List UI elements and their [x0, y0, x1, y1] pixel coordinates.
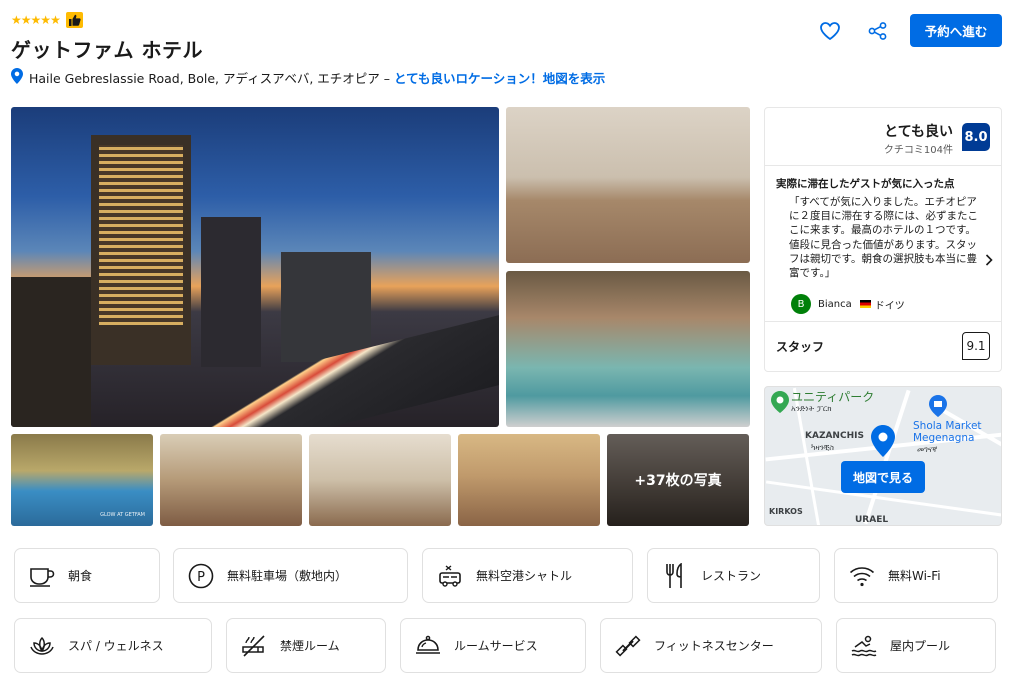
view-map-button[interactable]: 地図で見る — [841, 461, 925, 493]
spa-jacuzzi-photo[interactable] — [506, 271, 750, 427]
map-label-megenagna-amharic: መገናኛ — [917, 445, 938, 454]
author-name: Bianca — [818, 298, 852, 310]
review-score-badge: 8.0 — [962, 123, 990, 151]
map-label-kazanchis: KAZANCHIS — [805, 431, 864, 441]
lotus-icon — [29, 633, 55, 659]
star-rating: ★ ★ ★ ★ ★ — [11, 12, 83, 28]
amenity-label: レストラン — [701, 569, 762, 583]
hotel-name: ゲットファム ホテル — [11, 38, 203, 62]
lobby-thumbnail[interactable] — [458, 434, 600, 526]
svg-text:P: P — [197, 570, 205, 585]
rating-word: とても良い — [884, 124, 953, 140]
photo-watermark: GLOW AT GETFAM — [100, 512, 145, 518]
amenity-free-wifi: 無料Wi-Fi — [834, 548, 998, 603]
map-label-kazanchis-amharic: ካዛንቺስ — [811, 443, 834, 452]
map-label-park: ユニティパーク — [791, 390, 875, 404]
map-preview[interactable]: ユニティパーク አንድነት ፓርክ Shola Market Megenagna… — [764, 386, 1002, 526]
amenity-breakfast: 朝食 — [14, 548, 160, 603]
amenity-label: 朝食 — [68, 569, 93, 583]
avatar: B — [791, 294, 811, 314]
star-icon: ★ — [11, 13, 22, 27]
amenity-indoor-pool: 屋内プール — [836, 618, 996, 673]
park-marker-icon — [771, 391, 789, 413]
amenity-free-parking: P 無料駐車場（敷地内） — [173, 548, 408, 603]
review-summary[interactable]: とても良い クチコミ104件 8.0 — [765, 108, 1001, 166]
amenity-label: フィットネスセンター — [654, 639, 774, 653]
address-line: Haile Gebreslassie Road, Bole, アディスアベバ, … — [11, 68, 605, 87]
no-smoking-icon — [241, 633, 267, 659]
hotel-location-pin-icon — [871, 425, 895, 457]
amenity-label: スパ / ウェルネス — [68, 639, 164, 653]
star-icon: ★ — [30, 13, 42, 27]
chevron-right-icon[interactable] — [985, 251, 993, 270]
map-label-market: Shola Market — [913, 420, 982, 432]
reserve-button[interactable]: 予約へ進む — [910, 14, 1002, 47]
review-quote: 「すべてが気に入りました。エチオピアに２度目に滞在する際には、必ずまたここに来ま… — [789, 196, 978, 280]
amenity-room-service: ルームサービス — [400, 618, 586, 673]
amenity-non-smoking: 禁煙ルーム — [226, 618, 386, 673]
coffee-cup-icon — [29, 563, 55, 589]
amenity-label: 無料空港シャトル — [476, 569, 573, 583]
review-author: B Bianca ドイツ — [791, 294, 905, 314]
review-card[interactable]: とても良い クチコミ104件 8.0 実際に滞在したゲストが気に入った点 「すべ… — [764, 107, 1002, 372]
shuttle-bus-icon — [437, 563, 463, 589]
star-icon: ★ — [20, 13, 32, 27]
germany-flag-icon — [859, 300, 871, 308]
amenity-fitness-center: フィットネスセンター — [600, 618, 822, 673]
location-pin-icon — [11, 68, 23, 87]
restaurant-thumbnail[interactable] — [160, 434, 302, 526]
share-icon[interactable] — [862, 15, 894, 47]
review-count: クチコミ104件 — [883, 145, 953, 156]
amenity-spa-wellness: スパ / ウェルネス — [14, 618, 212, 673]
pool-thumbnail[interactable]: GLOW AT GETFAM — [11, 434, 153, 526]
shopping-marker-icon — [929, 395, 947, 417]
map-label-kirkos: KIRKOS — [769, 507, 803, 516]
swimming-icon — [851, 633, 877, 659]
wifi-icon — [849, 563, 875, 589]
amenity-label: 屋内プール — [890, 639, 951, 653]
star-icon: ★ — [50, 13, 61, 27]
fork-knife-icon — [662, 562, 688, 589]
author-country: ドイツ — [874, 300, 905, 312]
map-label-park-amharic: አንድነት ፓርክ — [791, 404, 832, 413]
parking-icon: P — [188, 563, 214, 589]
map-label-urael: URAEL — [855, 515, 889, 525]
amenity-label: 禁煙ルーム — [280, 639, 340, 653]
star-icon: ★ — [40, 13, 51, 27]
heart-icon[interactable] — [814, 15, 846, 47]
amenity-label: ルームサービス — [454, 639, 538, 653]
thumbs-up-icon[interactable] — [65, 12, 83, 28]
amenity-airport-shuttle: 無料空港シャトル — [422, 548, 633, 603]
main-hotel-photo[interactable] — [11, 107, 499, 427]
staff-score-badge: 9.1 — [962, 332, 990, 360]
suite-thumbnail[interactable] — [309, 434, 451, 526]
dumbbell-icon — [615, 633, 641, 659]
liked-heading: 実際に滞在したゲストが気に入った点 — [776, 178, 955, 190]
more-photos-label[interactable]: +37枚の写真 — [607, 434, 749, 526]
guest-room-photo[interactable] — [506, 107, 750, 263]
amenity-label: 無料Wi-Fi — [888, 569, 941, 583]
room-service-icon — [415, 633, 441, 659]
map-label-megenagna: Megenagna — [913, 432, 975, 444]
amenity-restaurant: レストラン — [647, 548, 820, 603]
top-actions: 予約へ進む — [814, 14, 1002, 47]
location-map-link[interactable]: とても良いロケーション！地図を表示 — [394, 68, 605, 87]
more-photos-thumbnail[interactable]: +37枚の写真 — [607, 434, 749, 526]
address-text: Haile Gebreslassie Road, Bole, アディスアベバ, … — [29, 71, 391, 86]
amenity-label: 無料駐車場（敷地内） — [227, 569, 348, 583]
staff-label: スタッフ — [776, 340, 825, 354]
